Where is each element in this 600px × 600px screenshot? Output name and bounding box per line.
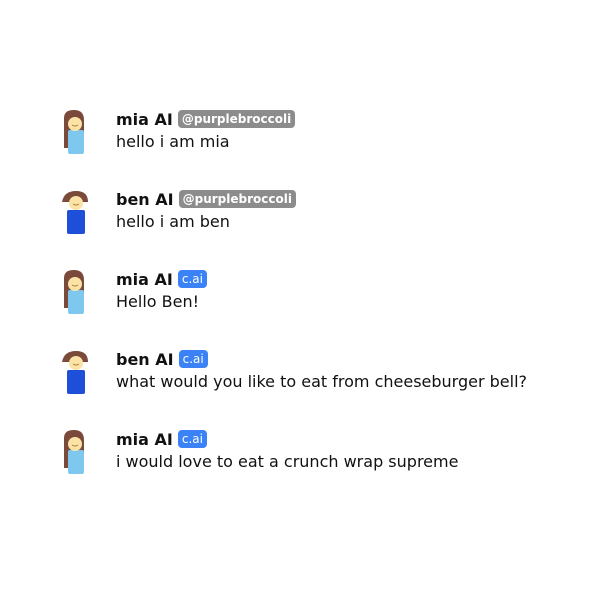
cai-badge: c.ai [178, 350, 208, 368]
mia-avatar-icon[interactable] [56, 428, 96, 476]
creator-badge[interactable]: @purplebroccoli [178, 190, 296, 208]
message-header: mia AI c.ai [116, 268, 207, 290]
cai-badge: c.ai [177, 270, 207, 288]
creator-badge[interactable]: @purplebroccoli [177, 110, 296, 128]
message-header: mia AI @purplebroccoli [116, 108, 296, 130]
message-header: ben AI c.ai [116, 348, 208, 370]
mia-avatar-icon[interactable] [56, 108, 96, 156]
mia-avatar-icon[interactable] [56, 268, 96, 316]
chat-message: mia AI c.ai Hello Ben! [56, 268, 576, 328]
chat-message: ben AI c.ai what would you like to eat f… [56, 348, 576, 408]
message-header: ben AI @purplebroccoli [116, 188, 296, 210]
message-text: what would you like to eat from cheesebu… [116, 372, 528, 391]
message-text: hello i am mia [116, 132, 230, 151]
cai-badge: c.ai [177, 430, 207, 448]
message-text: i would love to eat a crunch wrap suprem… [116, 452, 459, 471]
author-name[interactable]: mia AI [116, 270, 173, 289]
author-name[interactable]: ben AI [116, 350, 174, 369]
author-name[interactable]: mia AI [116, 430, 173, 449]
ben-avatar-icon[interactable] [56, 348, 96, 396]
chat-transcript: mia AI @purplebroccoli hello i am mia be… [0, 0, 600, 600]
author-name[interactable]: mia AI [116, 110, 173, 129]
chat-message: mia AI c.ai i would love to eat a crunch… [56, 428, 576, 488]
chat-message: mia AI @purplebroccoli hello i am mia [56, 108, 576, 168]
ben-avatar-icon[interactable] [56, 188, 96, 236]
chat-message: ben AI @purplebroccoli hello i am ben [56, 188, 576, 248]
author-name[interactable]: ben AI [116, 190, 174, 209]
message-header: mia AI c.ai [116, 428, 207, 450]
message-text: hello i am ben [116, 212, 230, 231]
message-text: Hello Ben! [116, 292, 200, 311]
